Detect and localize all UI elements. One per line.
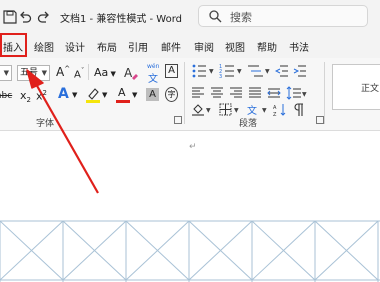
character-shading-button[interactable]: A (146, 88, 159, 101)
divider (324, 62, 325, 124)
chevron-down-icon: ▼ (3, 69, 9, 77)
font-dialog-launcher-icon[interactable] (174, 116, 182, 124)
chevron-down-icon[interactable]: ▼ (72, 91, 77, 99)
multilevel-list-icon[interactable]: ▼ (247, 63, 271, 79)
svg-text:▼: ▼ (237, 68, 242, 75)
justify-icon[interactable] (248, 86, 262, 100)
svg-text:▼: ▼ (265, 68, 270, 75)
increase-indent-icon[interactable] (293, 64, 307, 78)
window-title: 文档1 - 兼容性模式 - Word (60, 14, 182, 25)
paragraph-group-label: 段落 (239, 119, 258, 129)
ribbon-tab-bar: 插入 绘图 设计 布局 引用 邮件 审阅 视图 帮助 书法 (0, 34, 380, 58)
line-spacing-icon[interactable]: ▼ (286, 86, 308, 100)
align-center-icon[interactable] (210, 86, 224, 100)
svg-text:A: A (124, 66, 133, 80)
divider (184, 62, 185, 124)
clear-formatting-icon[interactable]: A (123, 64, 139, 80)
text-effects-button[interactable]: A (58, 86, 69, 102)
svg-text:A: A (273, 105, 277, 111)
svg-text:Z: Z (273, 112, 277, 117)
svg-text:▼: ▼ (234, 107, 239, 114)
change-case-button[interactable]: Aa ▼ (94, 66, 116, 79)
font-name-dropdown[interactable]: ▼ (0, 65, 12, 81)
subscript-button[interactable]: x2 (20, 89, 31, 104)
shading-icon[interactable]: ▼ (191, 103, 213, 117)
paragraph-mark: ↵ (189, 142, 197, 152)
numbering-icon[interactable]: 1 2 3 ▼ (219, 63, 243, 79)
divider (88, 64, 89, 80)
tab-draw[interactable]: 绘图 (34, 39, 54, 54)
asian-layout-icon[interactable]: 文 ▼ (247, 103, 269, 117)
chevron-down-icon[interactable]: ▼ (132, 91, 137, 99)
font-group-label: 字体 (36, 119, 55, 129)
tab-calligraphy[interactable]: 书法 (289, 39, 309, 54)
redo-icon[interactable] (36, 9, 52, 25)
align-right-icon[interactable] (229, 86, 243, 100)
character-border-button[interactable]: A (165, 64, 178, 78)
undo-icon[interactable] (17, 9, 33, 25)
show-formatting-marks-icon[interactable] (292, 103, 306, 117)
strikethrough-button[interactable]: abc (0, 91, 12, 101)
tab-layout[interactable]: 布局 (97, 39, 117, 54)
tab-view[interactable]: 视图 (225, 39, 245, 54)
tab-mailings[interactable]: 邮件 (161, 39, 181, 54)
svg-text:▼: ▼ (209, 68, 214, 75)
title-bar: 文档1 - 兼容性模式 - Word 搜索 (0, 0, 380, 34)
tab-references[interactable]: 引用 (128, 39, 148, 54)
borders-icon[interactable]: ▼ (219, 103, 241, 117)
svg-text:3: 3 (219, 74, 222, 79)
font-size-value: 五号 (20, 68, 39, 78)
svg-text:▼: ▼ (262, 107, 267, 114)
chevron-down-icon[interactable]: ▼ (102, 91, 107, 99)
svg-text:▼: ▼ (206, 107, 211, 114)
font-color-swatch (116, 100, 130, 103)
search-icon (209, 10, 222, 23)
font-color-button[interactable]: A (116, 86, 130, 104)
search-box[interactable]: 搜索 (198, 5, 368, 27)
document-table[interactable] (0, 219, 380, 282)
svg-text:▼: ▼ (302, 91, 307, 98)
tab-review[interactable]: 审阅 (194, 39, 214, 54)
style-normal-tile[interactable]: 正文 (332, 64, 380, 110)
search-label: 搜索 (230, 11, 252, 24)
phonetic-guide-button[interactable]: wén 文 (146, 63, 162, 85)
shrink-font-button[interactable]: Aˇ (74, 67, 84, 80)
sort-icon[interactable]: AZ (273, 103, 287, 117)
tab-help[interactable]: 帮助 (257, 39, 277, 54)
style-normal-label: 正文 (361, 84, 380, 94)
superscript-button[interactable]: x2 (36, 89, 47, 103)
enclose-characters-button[interactable]: 字 (165, 87, 178, 102)
paragraph-dialog-launcher-icon[interactable] (316, 116, 324, 124)
decrease-indent-icon[interactable] (275, 64, 289, 78)
highlighter-icon[interactable] (85, 86, 101, 104)
save-icon[interactable] (2, 9, 18, 25)
align-left-icon[interactable] (191, 86, 205, 100)
insert-tab-highlight-box (0, 33, 27, 57)
bullets-icon[interactable]: ▼ (191, 63, 215, 79)
grow-font-button[interactable]: A^ (56, 65, 70, 79)
chevron-down-icon: ▼ (41, 69, 47, 77)
tab-design[interactable]: 设计 (65, 39, 85, 54)
distributed-icon[interactable] (267, 86, 281, 100)
font-size-dropdown[interactable]: 五号 ▼ (17, 65, 50, 81)
